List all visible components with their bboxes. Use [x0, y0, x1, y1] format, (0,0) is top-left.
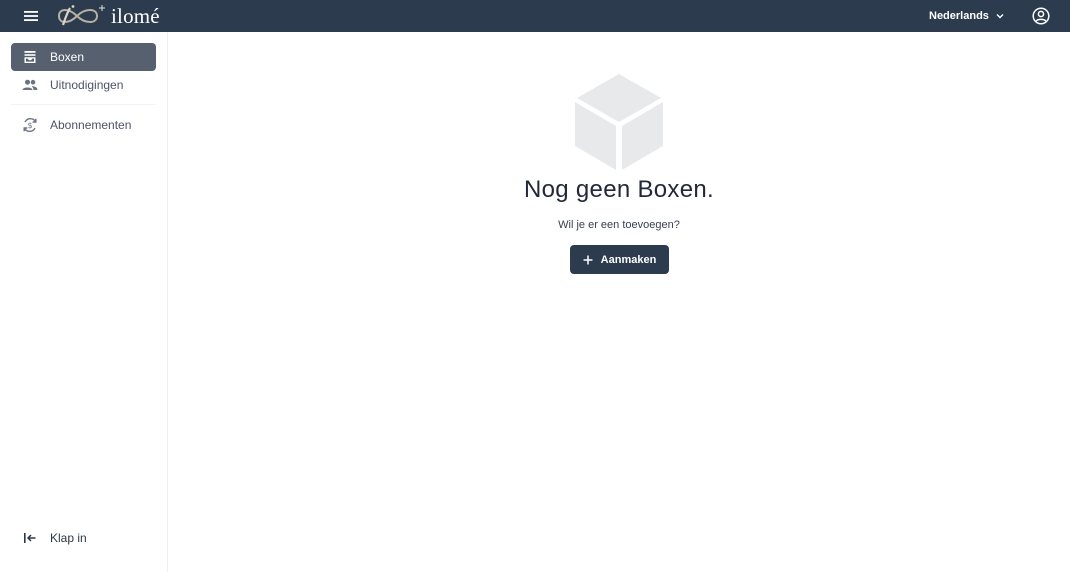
menu-icon [24, 11, 38, 21]
sidebar-item-label: Boxen [50, 50, 85, 64]
chevron-down-icon [996, 13, 1004, 19]
language-selector[interactable]: Nederlands [929, 6, 1004, 26]
collapse-label: Klap in [50, 531, 87, 545]
sidebar-item-label: Uitnodigingen [50, 78, 124, 92]
app-logo[interactable]: ilomé [53, 2, 160, 30]
people-icon [22, 77, 38, 93]
svg-text:$: $ [27, 121, 32, 130]
menu-button[interactable] [20, 5, 42, 27]
sidebar-item-boxen[interactable]: Boxen [11, 43, 156, 71]
sidebar-item-label: Abonnementen [50, 118, 132, 132]
sidebar-item-abonnementen[interactable]: $ Abonnementen [11, 111, 156, 139]
sidebar-divider [11, 104, 156, 105]
collapse-sidebar-button[interactable]: Klap in [11, 524, 156, 552]
empty-state-subtitle: Wil je er een toevoegen? [558, 219, 680, 231]
create-button[interactable]: Aanmaken [570, 245, 669, 274]
box-cube-icon [575, 74, 663, 170]
collapse-left-icon [22, 530, 38, 546]
top-bar: ilomé Nederlands [0, 0, 1070, 32]
create-button-label: Aanmaken [600, 253, 657, 266]
subscription-icon: $ [22, 117, 38, 133]
account-circle-icon [1032, 7, 1050, 25]
sidebar: Boxen Uitnodigingen $ Abonnementen Klap … [0, 32, 168, 572]
infinity-logo-icon [57, 5, 105, 26]
empty-state: Nog geen Boxen. Wil je er een toevoegen?… [168, 32, 1070, 572]
sidebar-item-uitnodigingen[interactable]: Uitnodigingen [11, 71, 156, 99]
inbox-box-icon [22, 49, 38, 65]
logo-wordmark: ilomé [111, 3, 160, 28]
account-button[interactable] [1030, 5, 1052, 27]
plus-icon [583, 255, 593, 265]
language-label: Nederlands [929, 10, 989, 22]
empty-state-title: Nog geen Boxen. [524, 176, 714, 203]
